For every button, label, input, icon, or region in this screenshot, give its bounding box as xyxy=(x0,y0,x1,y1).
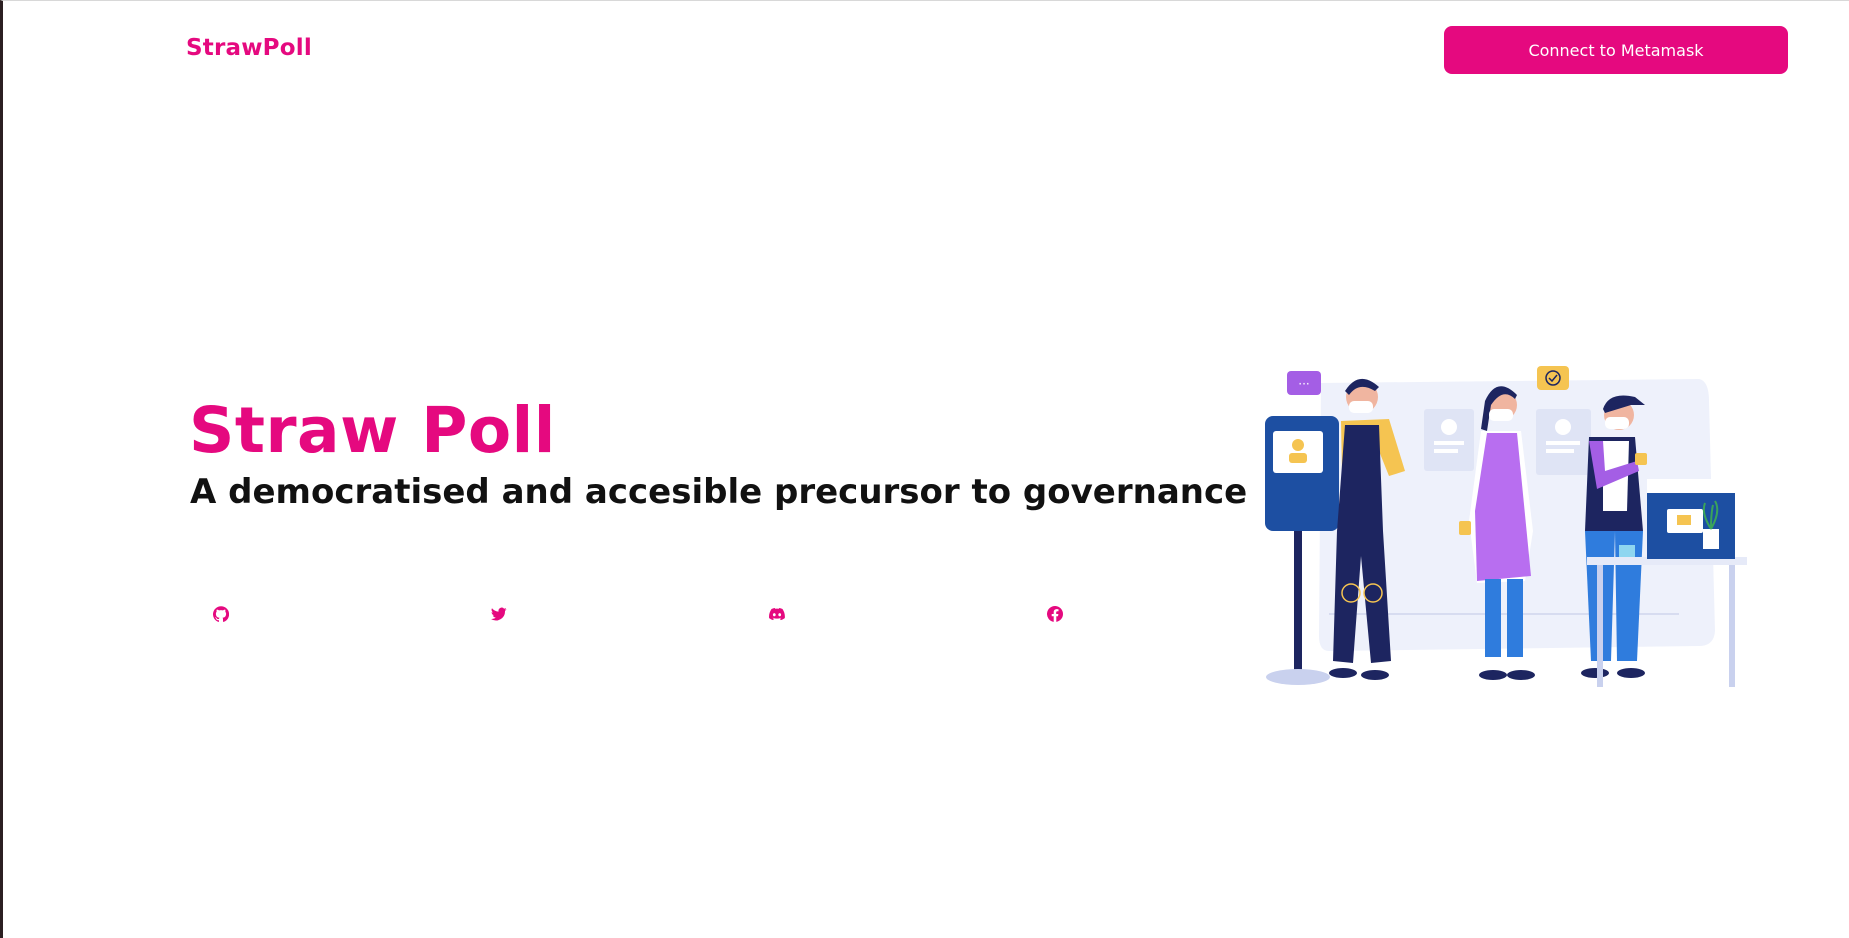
github-icon[interactable] xyxy=(211,604,231,624)
facebook-icon[interactable] xyxy=(1045,604,1065,624)
discord-icon[interactable] xyxy=(767,604,787,624)
page: StrawPoll Connect to Metamask Straw Poll… xyxy=(0,0,1849,938)
voting-people-illustration: ··· xyxy=(1265,366,1747,687)
hero-subtitle: A democratised and accesible precursor t… xyxy=(190,472,1248,512)
svg-text:···: ··· xyxy=(1298,377,1309,391)
connect-metamask-button[interactable]: Connect to Metamask xyxy=(1444,26,1788,74)
hero-title: Straw Poll xyxy=(189,394,556,467)
twitter-icon[interactable] xyxy=(489,604,509,624)
brand-logo[interactable]: StrawPoll xyxy=(186,35,312,61)
navbar: StrawPoll Connect to Metamask xyxy=(3,1,1849,97)
